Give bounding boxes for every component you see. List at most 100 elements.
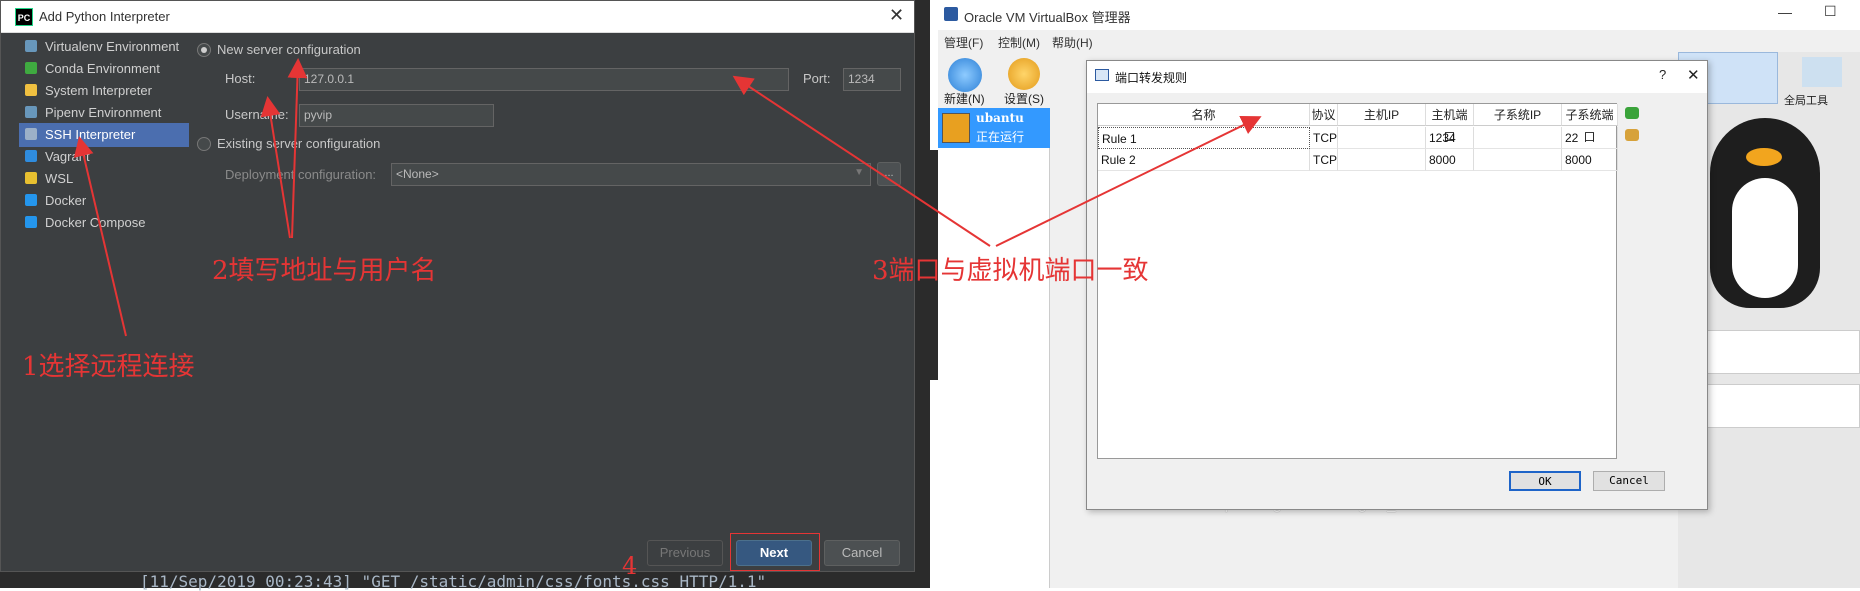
port-dialog-titlebar: 端口转发规则 ? ✕ [1087, 61, 1707, 93]
ok-button[interactable]: OK [1509, 471, 1581, 491]
chevron-down-icon: ▼ [854, 167, 864, 178]
table-cell[interactable]: 8000 [1426, 149, 1474, 171]
vm-list-item-ubantu[interactable]: ubantu 正在运行 [938, 108, 1050, 148]
sidebar-item-conda-environment[interactable]: Conda Environment [19, 57, 189, 81]
virtualenv-icon [25, 40, 37, 52]
new-server-radio[interactable] [197, 43, 211, 57]
sidebar-item-virtualenv-environment[interactable]: Virtualenv Environment [19, 35, 189, 59]
cancel-button[interactable]: Cancel [1593, 471, 1665, 491]
vbox-titlebar: Oracle VM VirtualBox 管理器 — ☐ [938, 0, 1860, 30]
sidebar-item-docker-compose[interactable]: Docker Compose [19, 211, 189, 235]
existing-server-label: Existing server configuration [217, 136, 381, 151]
pipenv-icon [25, 106, 37, 118]
console-log-line: [11/Sep/2019 00:23:43] "GET /static/admi… [140, 572, 767, 591]
maximize-icon[interactable]: ☐ [1824, 3, 1837, 20]
port-dialog-title: 端口转发规则 [1115, 71, 1188, 85]
dialog-title: Add Python Interpreter [39, 9, 170, 24]
annotation-4: 4 [622, 552, 638, 580]
close-icon[interactable]: ✕ [1687, 66, 1700, 84]
global-tools-icon[interactable] [1802, 57, 1842, 87]
column-header[interactable]: 子系统IP [1474, 104, 1562, 126]
table-cell[interactable] [1474, 127, 1562, 149]
table-cell[interactable]: TCP [1310, 127, 1338, 149]
sidebar-item-label: Conda Environment [45, 61, 160, 76]
new-vm-icon[interactable] [948, 58, 982, 92]
menu-manage[interactable]: 管理(F) [944, 34, 983, 51]
menu-control[interactable]: 控制(M) [998, 34, 1040, 51]
cancel-button[interactable]: Cancel [824, 540, 900, 566]
vagrant-icon [25, 150, 37, 162]
table-cell[interactable]: TCP [1310, 149, 1338, 171]
table-cell[interactable]: Rule 1 [1098, 127, 1310, 149]
column-header[interactable]: 主机IP [1338, 104, 1426, 126]
annotation-2: 2填写地址与用户名 [212, 256, 437, 286]
virtualbox-logo-icon [944, 7, 958, 21]
docker-icon [25, 194, 37, 206]
sidebar-item-docker[interactable]: Docker [19, 189, 189, 213]
remove-rule-icon[interactable] [1625, 127, 1641, 143]
pycharm-logo-icon: PC [15, 8, 33, 26]
port-label: Port: [803, 71, 831, 86]
username-input[interactable]: pyvip [299, 104, 494, 127]
column-header[interactable]: 名称 [1098, 104, 1310, 126]
settings-gear-icon[interactable] [1008, 58, 1040, 90]
sidebar-item-pipenv-environment[interactable]: Pipenv Environment [19, 101, 189, 125]
sidebar-item-label: Virtualenv Environment [45, 39, 180, 54]
wsl-icon [25, 172, 37, 184]
username-label: Username: [225, 107, 289, 122]
penguin-beak [1746, 148, 1782, 166]
sidebar-item-wsl[interactable]: WSL [19, 167, 189, 191]
sidebar-item-label: WSL [45, 171, 74, 186]
details-box-2 [1702, 384, 1860, 428]
ssh-icon [25, 128, 37, 140]
table-cell[interactable] [1338, 127, 1426, 149]
toolbar-settings-label[interactable]: 设置(S) [1004, 90, 1044, 107]
vm-status: 正在运行 [976, 130, 1025, 144]
deployment-select[interactable]: <None> ▼ [391, 163, 871, 186]
minimize-icon[interactable]: — [1778, 4, 1792, 20]
docker-compose-icon [25, 216, 37, 228]
host-input[interactable]: 127.0.0.1 [299, 68, 789, 91]
new-server-label: New server configuration [217, 42, 361, 57]
global-tools-label[interactable]: 全局工具 [1784, 92, 1828, 108]
column-header[interactable]: 协议 [1310, 104, 1338, 126]
column-header[interactable]: 主机端口 [1426, 104, 1474, 144]
conda-icon [25, 62, 37, 74]
python-icon [25, 84, 37, 96]
sidebar-item-ssh-interpreter[interactable]: SSH Interpreter [19, 123, 189, 147]
browse-button[interactable]: ... [877, 162, 901, 186]
column-header[interactable]: 子系统端口 [1562, 104, 1618, 144]
existing-server-radio[interactable] [197, 137, 211, 151]
add-rule-icon[interactable] [1625, 105, 1641, 121]
table-cell[interactable]: 22 [1562, 127, 1618, 149]
host-label: Host: [225, 71, 256, 86]
vm-list-panel [938, 148, 1050, 588]
table-cell[interactable]: Rule 2 [1098, 149, 1310, 171]
next-button[interactable]: Next [736, 540, 812, 566]
port-input[interactable]: 1234 [843, 68, 901, 91]
sidebar-item-system-interpreter[interactable]: System Interpreter [19, 79, 189, 103]
vbox-title: Oracle VM VirtualBox 管理器 [964, 10, 1131, 25]
annotation-1: 1选择远程连接 [22, 352, 195, 382]
help-icon[interactable]: ? [1659, 67, 1666, 82]
menu-help[interactable]: 帮助(H) [1052, 34, 1093, 51]
sidebar-item-label: Docker Compose [45, 215, 146, 230]
penguin-mascot-image [1710, 118, 1820, 308]
sidebar-item-label: Docker [45, 193, 87, 208]
dialog-titlebar: PC Add Python Interpreter ✕ [1, 1, 914, 33]
previous-button[interactable]: Previous [647, 540, 723, 566]
toolbar-new-label[interactable]: 新建(N) [944, 90, 985, 107]
table-cell[interactable] [1474, 149, 1562, 171]
close-icon[interactable]: ✕ [889, 5, 904, 26]
annotation-3: 3端口与虚拟机端口一致 [872, 256, 1149, 286]
details-box-1 [1702, 330, 1860, 374]
sidebar-item-vagrant[interactable]: Vagrant [19, 145, 189, 169]
deployment-label: Deployment configuration: [225, 167, 377, 182]
interpreter-type-sidebar: Virtualenv Environment Conda Environment S… [1, 33, 191, 571]
table-cell[interactable]: 1234 [1426, 127, 1474, 149]
ubuntu-os-icon [942, 113, 970, 143]
table-cell[interactable]: 8000 [1562, 149, 1618, 171]
vm-name: ubantu [976, 111, 1024, 125]
port-forwarding-dialog: 端口转发规则 ? ✕ 名称 协议 主机IP 主机端口 子系统IP 子系统端口 Rule 1T… [1086, 60, 1708, 510]
table-cell[interactable] [1338, 149, 1426, 171]
